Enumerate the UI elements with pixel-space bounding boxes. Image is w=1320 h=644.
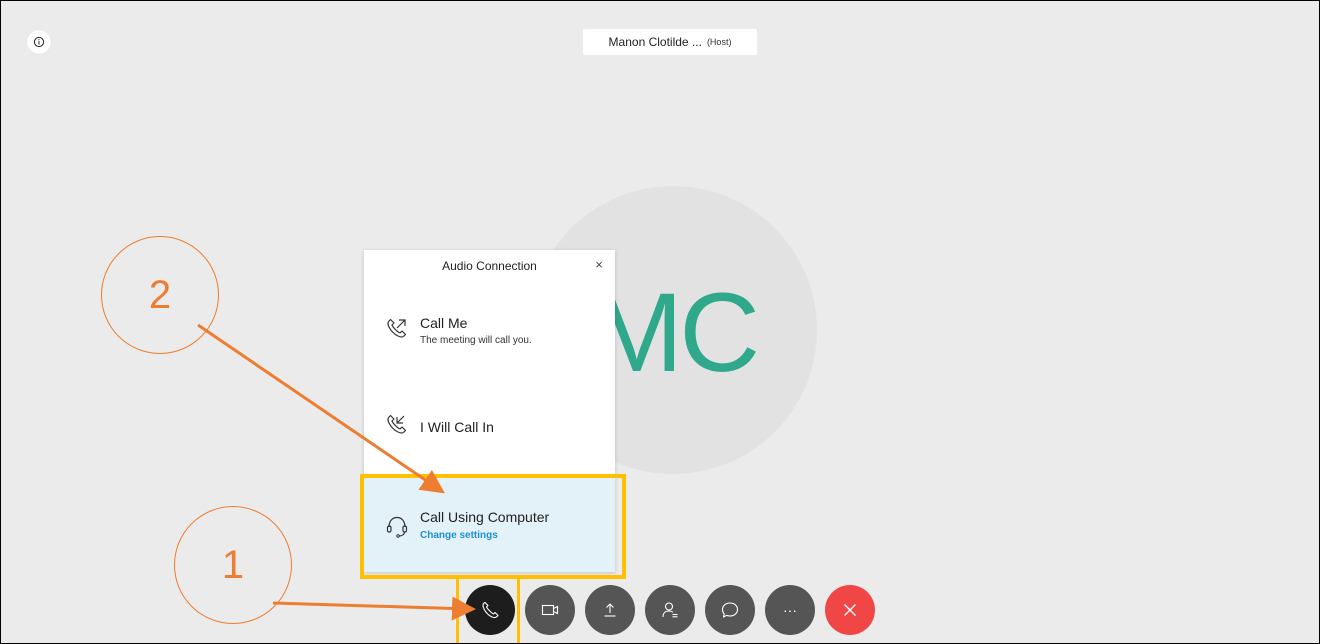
option-label: Call Me xyxy=(420,315,468,331)
info-button[interactable] xyxy=(27,30,51,54)
host-tag: (Host) xyxy=(706,37,732,47)
video-camera-icon xyxy=(541,604,559,616)
option-label: I Will Call In xyxy=(420,419,494,435)
callout-number: 1 xyxy=(221,542,245,587)
close-icon xyxy=(844,604,856,616)
host-name: Manon Clotilde ... xyxy=(608,35,702,49)
highlight-call-using-computer xyxy=(360,474,626,579)
panel-title: Audio Connection xyxy=(442,259,537,273)
close-icon[interactable]: × xyxy=(592,258,606,272)
end-meeting-button[interactable] xyxy=(825,585,875,635)
option-call-in[interactable]: I Will Call In xyxy=(364,410,615,450)
more-button[interactable]: ··· xyxy=(765,585,815,635)
option-subtitle: The meeting will call you. xyxy=(420,335,532,346)
phone-outgoing-icon xyxy=(387,318,407,338)
phone-incoming-icon xyxy=(387,414,407,434)
participants-button[interactable] xyxy=(645,585,695,635)
callout-number: 2 xyxy=(148,272,172,317)
callout-2: 2 xyxy=(101,236,219,354)
option-call-me[interactable]: Call Me The meeting will call you. xyxy=(364,310,615,370)
participants-icon xyxy=(662,602,678,618)
phone-icon xyxy=(482,601,499,619)
chat-bubble-icon xyxy=(721,602,739,618)
callout-1: 1 xyxy=(174,506,292,624)
more-icon: ··· xyxy=(783,602,797,618)
audio-button[interactable] xyxy=(465,585,515,635)
video-button[interactable] xyxy=(525,585,575,635)
host-name-label: Manon Clotilde ... (Host) xyxy=(583,29,757,55)
share-button[interactable] xyxy=(585,585,635,635)
chat-button[interactable] xyxy=(705,585,755,635)
info-icon xyxy=(33,36,45,48)
upload-icon xyxy=(604,603,616,617)
